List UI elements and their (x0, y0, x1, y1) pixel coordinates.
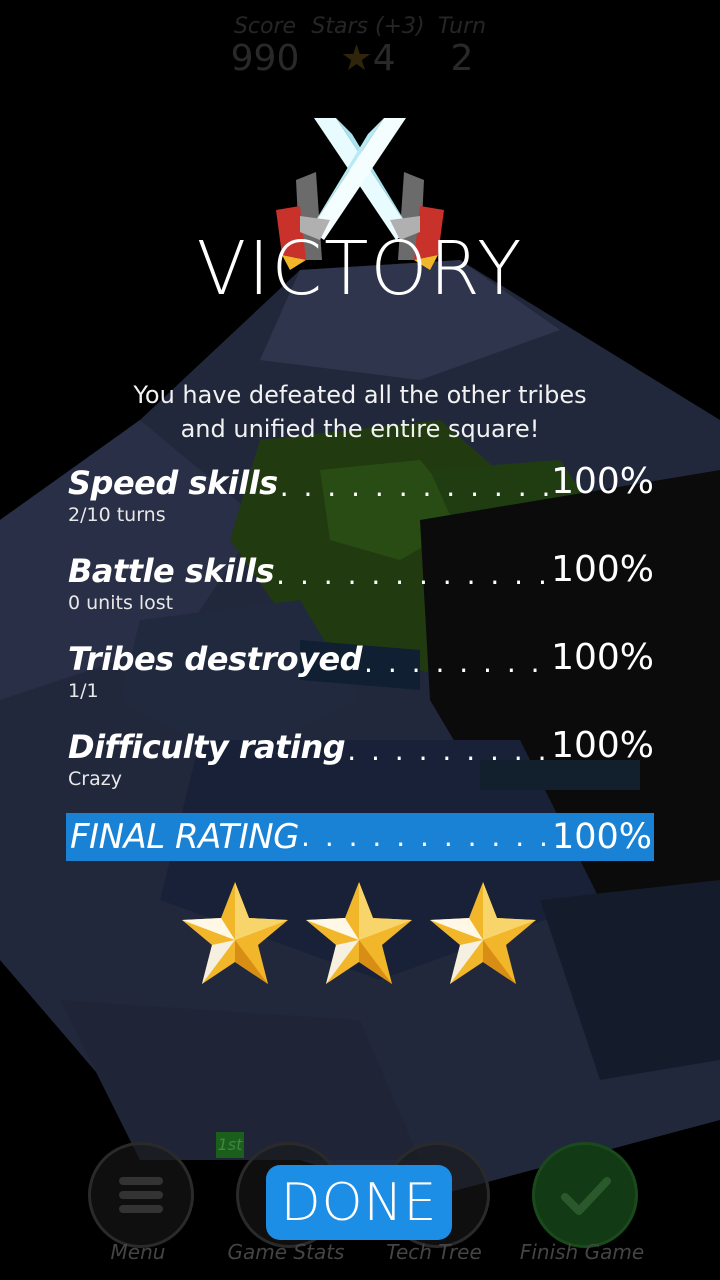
tech-tree-label: Tech Tree (386, 1240, 482, 1264)
rating-stars (180, 880, 540, 990)
checkmark-icon (561, 1177, 611, 1215)
done-button[interactable]: DONE (266, 1165, 452, 1240)
finish-game-label: Finish Game (519, 1240, 645, 1264)
hud-turn: Turn 2 (437, 14, 487, 79)
victory-title: VICTORY (196, 226, 524, 312)
game-stats-label: Game Stats (227, 1240, 345, 1264)
menu-label: Menu (110, 1240, 166, 1264)
finish-game-button[interactable] (532, 1142, 638, 1248)
star-3-icon (430, 882, 536, 984)
hud: Score 990 Stars (+3) ★4 Turn 2 (0, 14, 720, 84)
rating-battle: Battle skills100% 0 units lost (68, 549, 654, 614)
star-1-icon (182, 882, 288, 984)
rank-badge: 1st (216, 1132, 244, 1158)
victory-subtitle: You have defeated all the other tribes a… (133, 381, 587, 443)
final-rating: FINAL RATING100% (66, 813, 654, 861)
star-icon: ★ (340, 38, 373, 79)
menu-icon (119, 1177, 163, 1213)
rating-difficulty: Difficulty rating100% Crazy (68, 725, 654, 790)
bottom-nav: 1st Menu Game Stats Tech Tree Finish Gam… (0, 1130, 720, 1280)
menu-button[interactable] (88, 1142, 194, 1248)
rating-speed: Speed skills100% 2/10 turns (68, 461, 654, 526)
hud-stars: Stars (+3) ★4 (311, 14, 425, 79)
rating-tribes: Tribes destroyed100% 1/1 (68, 637, 654, 702)
hud-score: Score 990 (230, 14, 300, 79)
star-2-icon (306, 882, 412, 984)
